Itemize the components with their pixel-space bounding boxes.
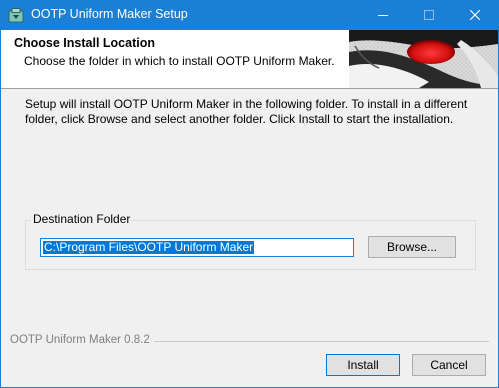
page-subtitle: Choose the folder in which to install OO… [24, 54, 335, 68]
minimize-button[interactable] [360, 1, 406, 30]
minimize-icon [378, 15, 388, 16]
destination-path-value: C:\Program Files\OOTP Uniform Maker [43, 240, 255, 254]
maximize-button[interactable] [406, 1, 452, 30]
page-title: Choose Install Location [14, 36, 155, 50]
installer-icon [8, 8, 24, 23]
browse-button[interactable]: Browse... [368, 236, 456, 258]
close-icon [470, 10, 480, 20]
cancel-button[interactable]: Cancel [412, 354, 486, 376]
window-title: OOTP Uniform Maker Setup [31, 7, 188, 21]
close-button[interactable] [452, 1, 498, 30]
page-header: Choose Install Location Choose the folde… [1, 30, 498, 88]
header-divider [1, 88, 498, 89]
destination-path-input[interactable]: C:\Program Files\OOTP Uniform Maker [40, 238, 354, 257]
title-bar[interactable]: OOTP Uniform Maker Setup [1, 1, 498, 30]
header-banner-image [349, 30, 498, 88]
maximize-icon [424, 10, 434, 20]
install-instructions: Setup will install OOTP Uniform Maker in… [25, 97, 468, 126]
install-button[interactable]: Install [326, 354, 400, 376]
destination-folder-label: Destination Folder [31, 212, 133, 226]
setup-window: OOTP Uniform Maker Setup Choose Install … [0, 0, 499, 388]
installer-brand-text: OOTP Uniform Maker 0.8.2 [10, 334, 154, 346]
